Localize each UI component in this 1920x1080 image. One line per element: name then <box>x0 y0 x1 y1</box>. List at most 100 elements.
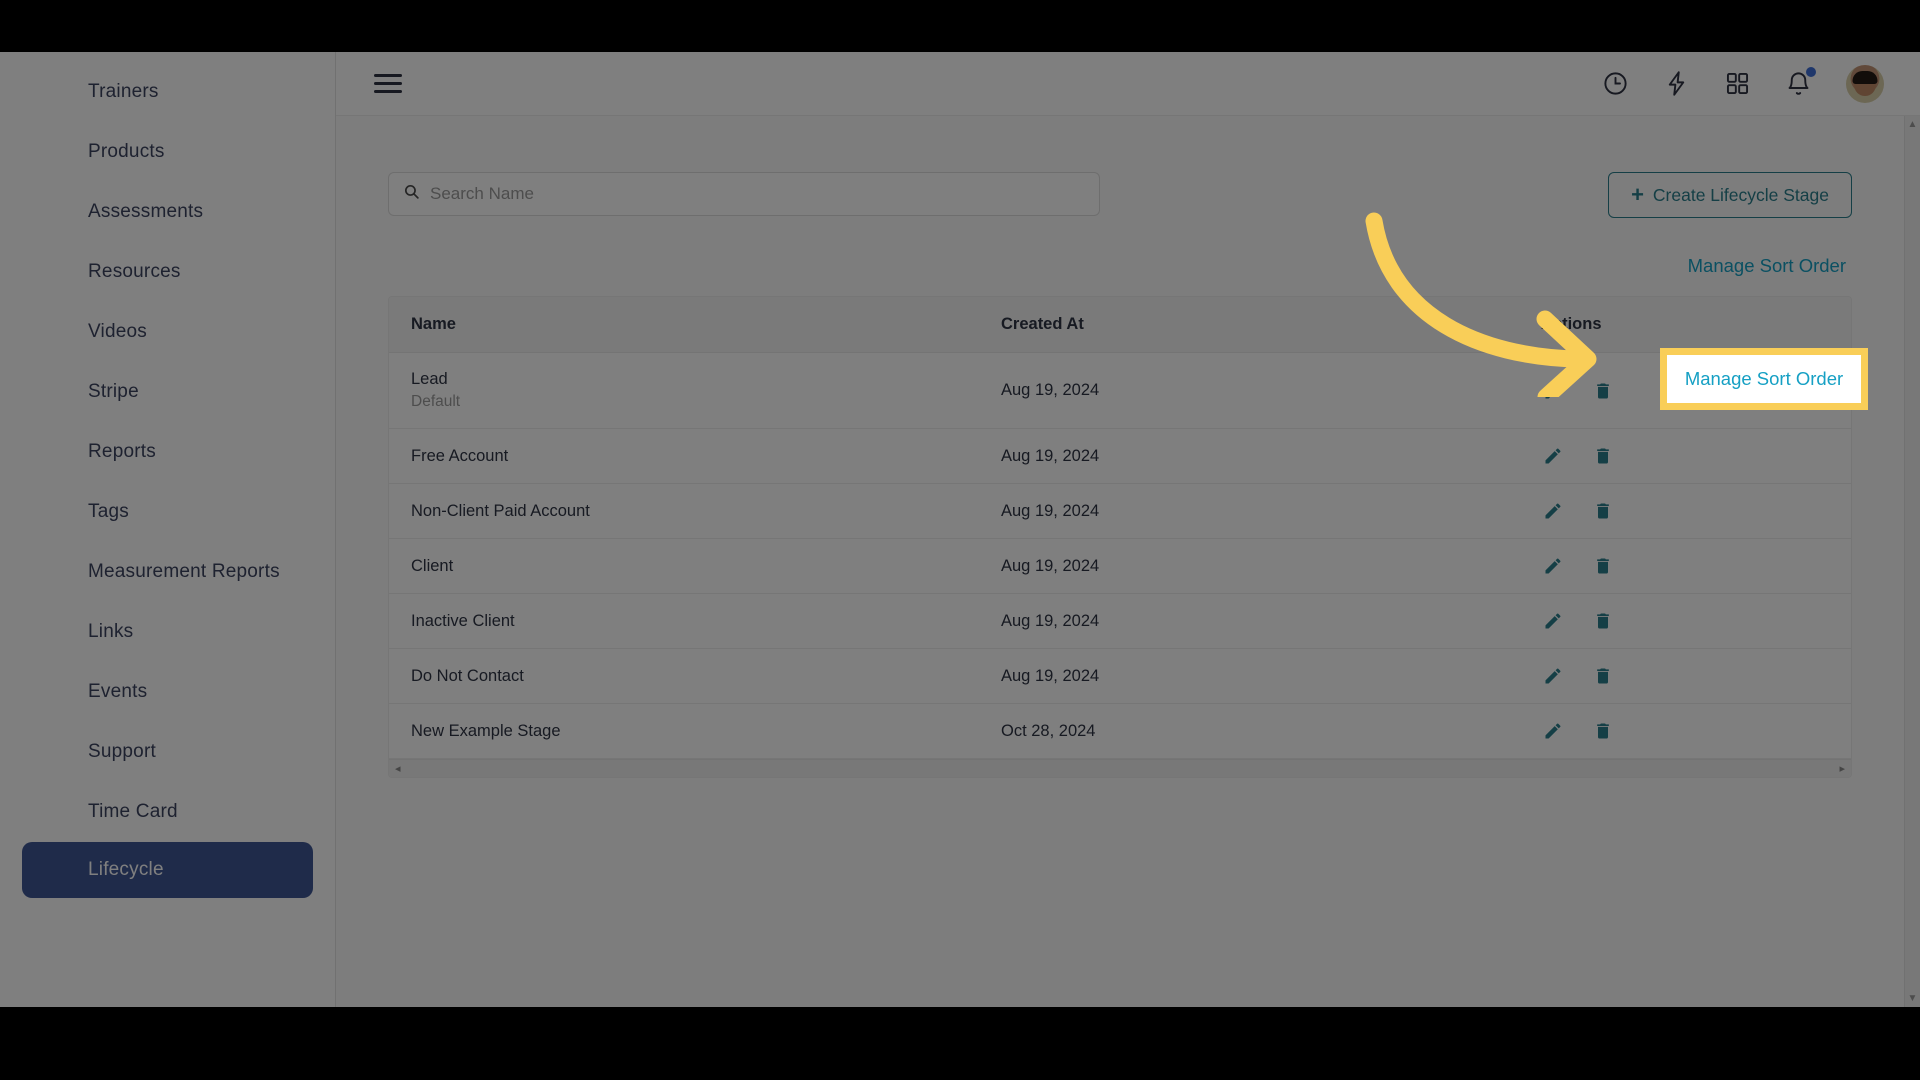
cell-name: Non-Client Paid Account <box>389 483 979 539</box>
edit-icon[interactable] <box>1543 721 1563 741</box>
table-row[interactable]: Free Account Aug 19, 2024 <box>389 428 1851 484</box>
lightning-bolt-icon[interactable] <box>1663 70 1690 97</box>
column-header-created-at[interactable]: Created At <box>979 297 1519 353</box>
cell-created-at: Aug 19, 2024 <box>979 648 1519 704</box>
delete-icon[interactable] <box>1593 381 1613 401</box>
row-action-buttons <box>1541 556 1851 576</box>
edit-icon[interactable] <box>1543 666 1563 686</box>
column-header-actions: Actions <box>1519 297 1851 353</box>
sidebar-item-lifecycle[interactable]: Lifecycle <box>22 842 313 898</box>
sidebar-item-events[interactable]: Events <box>0 662 335 722</box>
search-field[interactable] <box>388 172 1100 216</box>
edit-icon[interactable] <box>1543 556 1563 576</box>
screenshot-root: Trainers Products Assessments Resources Vide… <box>0 0 1920 1080</box>
sidebar-item-reports[interactable]: Reports <box>0 422 335 482</box>
sidebar-item-stripe[interactable]: Stripe <box>0 362 335 422</box>
table-horizontal-scrollbar[interactable]: ◂ ▸ <box>389 759 1851 777</box>
sidebar-item-label: Lifecycle <box>88 859 164 880</box>
header-actions <box>1602 64 1884 103</box>
cell-name: New Example Stage <box>389 703 979 759</box>
edit-icon[interactable] <box>1543 381 1563 401</box>
manage-sort-order-button[interactable]: Manage Sort Order <box>1682 240 1852 292</box>
sidebar-item-label: Trainers <box>88 81 159 102</box>
cell-created-at: Aug 19, 2024 <box>979 593 1519 649</box>
edit-icon[interactable] <box>1543 501 1563 521</box>
avatar-hair <box>1852 70 1878 84</box>
notification-bell-icon[interactable] <box>1785 67 1816 97</box>
cell-name: Do Not Contact <box>389 648 979 704</box>
hamburger-bar <box>374 90 402 93</box>
user-avatar[interactable] <box>1846 64 1884 103</box>
cell-name: Client <box>389 538 979 594</box>
plus-icon: + <box>1631 182 1644 207</box>
stage-name: Lead <box>411 370 448 388</box>
cell-name: Inactive Client <box>389 593 979 649</box>
cell-created-at: Aug 19, 2024 <box>979 483 1519 539</box>
cell-created-at: Aug 19, 2024 <box>979 538 1519 594</box>
edit-icon[interactable] <box>1543 611 1563 631</box>
stage-name: Client <box>411 556 454 575</box>
delete-icon[interactable] <box>1593 721 1613 741</box>
create-lifecycle-stage-button[interactable]: + Create Lifecycle Stage <box>1608 172 1852 218</box>
search-input[interactable] <box>430 184 1085 204</box>
delete-icon[interactable] <box>1593 611 1613 631</box>
row-action-buttons <box>1541 666 1851 686</box>
sidebar-item-trainers[interactable]: Trainers <box>0 62 335 122</box>
cell-actions <box>1519 648 1851 704</box>
table-row[interactable]: Non-Client Paid Account Aug 19, 2024 <box>389 483 1851 539</box>
cell-name: Free Account <box>389 428 979 484</box>
cell-created-at: Aug 19, 2024 <box>979 352 1519 429</box>
sidebar-item-support[interactable]: Support <box>0 722 335 782</box>
search-icon <box>403 183 420 205</box>
delete-icon[interactable] <box>1593 556 1613 576</box>
hamburger-menu-icon[interactable] <box>374 69 402 98</box>
table-header-row: Name Created At Actions <box>389 297 1851 353</box>
delete-icon[interactable] <box>1593 446 1613 466</box>
column-header-name[interactable]: Name <box>389 297 979 353</box>
table-row[interactable]: Inactive Client Aug 19, 2024 <box>389 593 1851 649</box>
hamburger-bar <box>374 82 402 85</box>
sidebar-item-assessments[interactable]: Assessments <box>0 182 335 242</box>
delete-icon[interactable] <box>1593 666 1613 686</box>
stage-name: Inactive Client <box>411 611 515 630</box>
sidebar-item-resources[interactable]: Resources <box>0 242 335 302</box>
table-row[interactable]: Lead Default Aug 19, 2024 <box>389 352 1851 429</box>
page-vertical-scrollbar[interactable]: ▲ ▼ <box>1904 116 1920 1007</box>
sidebar-item-links[interactable]: Links <box>0 602 335 662</box>
table-row[interactable]: Client Aug 19, 2024 <box>389 538 1851 594</box>
sidebar-item-label: Reports <box>88 441 156 462</box>
lifecycle-stages-table: Name Created At Actions Lead Default Aug 1… <box>389 297 1851 759</box>
cell-name: Lead Default <box>389 352 979 429</box>
row-action-buttons <box>1541 446 1851 466</box>
row-action-buttons <box>1541 381 1851 401</box>
table-row[interactable]: New Example Stage Oct 28, 2024 <box>389 703 1851 759</box>
sidebar-item-label: Stripe <box>88 381 139 402</box>
notification-badge <box>1806 67 1816 77</box>
sidebar-item-products[interactable]: Products <box>0 122 335 182</box>
sidebar-item-label: Support <box>88 741 156 762</box>
sidebar-item-label: Products <box>88 141 165 162</box>
cell-actions <box>1519 593 1851 649</box>
delete-icon[interactable] <box>1593 501 1613 521</box>
sidebar-item-label: Videos <box>88 321 147 342</box>
cell-created-at: Oct 28, 2024 <box>979 703 1519 759</box>
sidebar-item-videos[interactable]: Videos <box>0 302 335 362</box>
stage-name: New Example Stage <box>411 721 561 740</box>
sidebar-item-tags[interactable]: Tags <box>0 482 335 542</box>
stage-default-label: Default <box>411 393 461 410</box>
apps-grid-icon[interactable] <box>1724 70 1751 97</box>
scroll-down-arrow[interactable]: ▼ <box>1908 993 1918 1004</box>
scroll-left-arrow[interactable]: ◂ <box>395 762 401 775</box>
row-action-buttons <box>1541 501 1851 521</box>
table-row[interactable]: Do Not Contact Aug 19, 2024 <box>389 648 1851 704</box>
scroll-right-arrow[interactable]: ▸ <box>1839 762 1845 775</box>
stage-name: Free Account <box>411 446 509 465</box>
scroll-up-arrow[interactable]: ▲ <box>1908 119 1918 130</box>
sidebar-item-time-card[interactable]: Time Card <box>0 782 335 842</box>
sidebar-item-measurement-reports[interactable]: Measurement Reports <box>0 542 335 602</box>
edit-icon[interactable] <box>1543 446 1563 466</box>
sidebar-item-label: Time Card <box>88 801 178 822</box>
clock-icon[interactable] <box>1602 70 1629 97</box>
sidebar-navigation: Trainers Products Assessments Resources Vide… <box>0 52 336 1007</box>
sidebar-item-label: Assessments <box>88 201 204 222</box>
